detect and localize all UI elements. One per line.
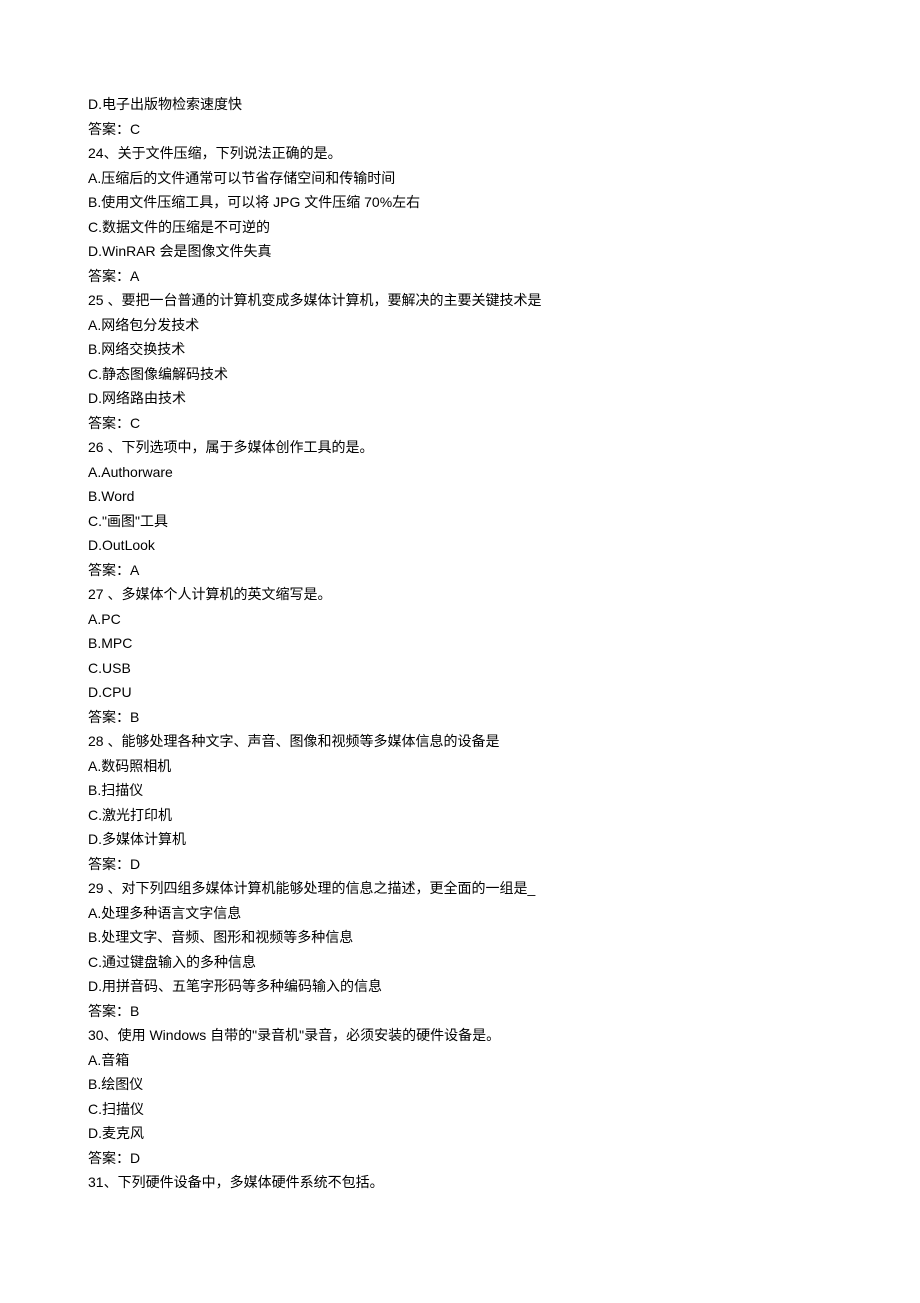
text-line: 24、关于文件压缩，下列说法正确的是。 bbox=[88, 141, 832, 166]
text-line: D.网络路由技术 bbox=[88, 386, 832, 411]
text-line: D.用拼音码、五笔字形码等多种编码输入的信息 bbox=[88, 974, 832, 999]
text-line: B.处理文字、音频、图形和视频等多种信息 bbox=[88, 925, 832, 950]
text-line: D.WinRAR 会是图像文件失真 bbox=[88, 239, 832, 264]
text-line: 答案：D bbox=[88, 852, 832, 877]
text-line: B.网络交换技术 bbox=[88, 337, 832, 362]
text-line: B.使用文件压缩工具，可以将 JPG 文件压缩 70%左右 bbox=[88, 190, 832, 215]
text-line: D.CPU bbox=[88, 680, 832, 705]
text-line: B.绘图仪 bbox=[88, 1072, 832, 1097]
text-line: C.静态图像编解码技术 bbox=[88, 362, 832, 387]
text-line: 答案：C bbox=[88, 411, 832, 436]
text-line: D.多媒体计算机 bbox=[88, 827, 832, 852]
text-line: C.扫描仪 bbox=[88, 1097, 832, 1122]
text-line: C.数据文件的压缩是不可逆的 bbox=[88, 215, 832, 240]
text-line: 30、使用 Windows 自带的"录音机"录音，必须安装的硬件设备是。 bbox=[88, 1023, 832, 1048]
text-line: 答案：A bbox=[88, 264, 832, 289]
text-line: C.USB bbox=[88, 656, 832, 681]
text-line: 答案：B bbox=[88, 705, 832, 730]
text-line: D.OutLook bbox=[88, 533, 832, 558]
document-content: D.电子出版物检索速度快 答案：C 24、关于文件压缩，下列说法正确的是。 A.… bbox=[88, 92, 832, 1195]
text-line: D.麦克风 bbox=[88, 1121, 832, 1146]
text-line: C."画图"工具 bbox=[88, 509, 832, 534]
text-line: 答案：D bbox=[88, 1146, 832, 1171]
text-line: A.数码照相机 bbox=[88, 754, 832, 779]
text-line: 答案：C bbox=[88, 117, 832, 142]
text-line: 答案：A bbox=[88, 558, 832, 583]
text-line: A.处理多种语言文字信息 bbox=[88, 901, 832, 926]
text-line: 27 、多媒体个人计算机的英文缩写是。 bbox=[88, 582, 832, 607]
text-line: A.Authorware bbox=[88, 460, 832, 485]
text-line: 26 、下列选项中，属于多媒体创作工具的是。 bbox=[88, 435, 832, 460]
text-line: D.电子出版物检索速度快 bbox=[88, 92, 832, 117]
text-line: A.PC bbox=[88, 607, 832, 632]
text-line: 答案：B bbox=[88, 999, 832, 1024]
text-line: 28 、能够处理各种文字、声音、图像和视频等多媒体信息的设备是 bbox=[88, 729, 832, 754]
text-line: A.压缩后的文件通常可以节省存储空间和传输时间 bbox=[88, 166, 832, 191]
text-line: 31、下列硬件设备中，多媒体硬件系统不包括。 bbox=[88, 1170, 832, 1195]
text-line: C.激光打印机 bbox=[88, 803, 832, 828]
text-line: 29 、对下列四组多媒体计算机能够处理的信息之描述，更全面的一组是_ bbox=[88, 876, 832, 901]
text-line: C.通过键盘输入的多种信息 bbox=[88, 950, 832, 975]
text-line: B.Word bbox=[88, 484, 832, 509]
text-line: 25 、要把一台普通的计算机变成多媒体计算机，要解决的主要关键技术是 bbox=[88, 288, 832, 313]
text-line: B.扫描仪 bbox=[88, 778, 832, 803]
text-line: B.MPC bbox=[88, 631, 832, 656]
text-line: A.网络包分发技术 bbox=[88, 313, 832, 338]
text-line: A.音箱 bbox=[88, 1048, 832, 1073]
